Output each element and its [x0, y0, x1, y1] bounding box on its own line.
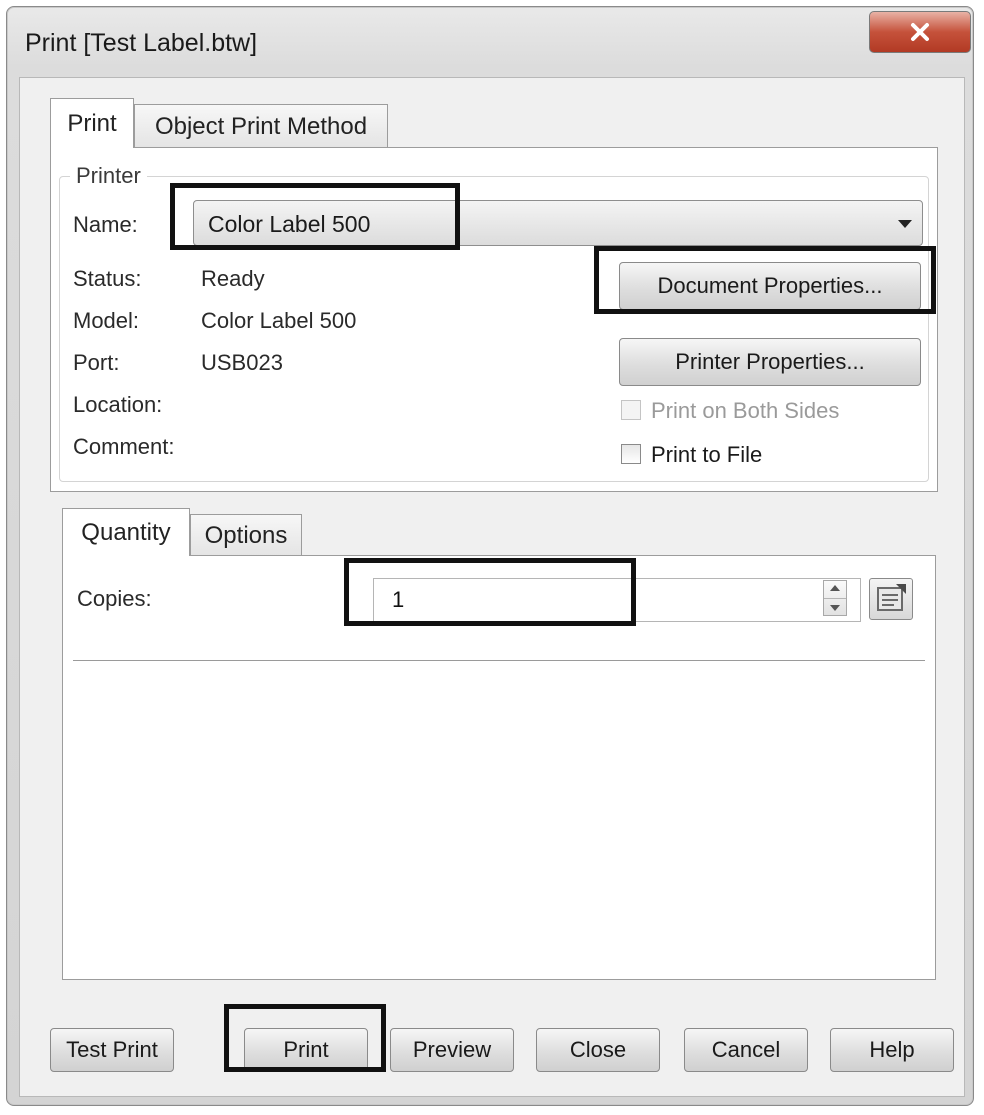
print-to-file-checkbox[interactable] — [621, 444, 641, 464]
print-tab-panel: Printer Name: Color Label 500 Status: Re… — [50, 147, 938, 492]
preview-button[interactable]: Preview — [390, 1028, 514, 1072]
port-value: USB023 — [201, 350, 283, 375]
copies-label: Copies: — [77, 586, 152, 611]
printer-group-title: Printer — [70, 163, 147, 189]
copies-value: 1 — [392, 587, 405, 612]
quantity-divider — [73, 660, 925, 661]
document-properties-button[interactable]: Document Properties... — [619, 262, 921, 310]
help-button[interactable]: Help — [830, 1028, 954, 1072]
spinner-divider — [824, 598, 846, 599]
window-title: Print [Test Label.btw] — [25, 29, 258, 57]
close-icon — [911, 23, 929, 41]
printer-name-dropdown[interactable]: Color Label 500 — [193, 200, 923, 246]
spin-up-icon[interactable] — [830, 585, 840, 591]
copies-spinner[interactable] — [823, 580, 847, 616]
data-source-icon — [877, 584, 906, 611]
printer-name-value: Color Label 500 — [208, 211, 371, 237]
status-label: Status: — [73, 266, 142, 291]
tab-object-print-method[interactable]: Object Print Method — [134, 104, 388, 148]
port-label: Port: — [73, 350, 120, 375]
print-both-sides-label: Print on Both Sides — [651, 398, 840, 423]
chevron-down-icon — [898, 220, 912, 228]
tab-options[interactable]: Options — [190, 514, 302, 556]
model-value: Color Label 500 — [201, 308, 357, 333]
status-value: Ready — [201, 266, 265, 291]
print-button[interactable]: Print — [244, 1028, 368, 1072]
copies-input[interactable]: 1 — [373, 578, 861, 622]
copies-data-source-button[interactable] — [869, 578, 913, 620]
dialog-client-area: Print Object Print Method Printer Name: … — [19, 77, 965, 1097]
printer-name-label: Name: — [73, 212, 138, 237]
tab-quantity[interactable]: Quantity — [62, 508, 190, 556]
comment-label: Comment: — [73, 434, 175, 459]
print-to-file-label[interactable]: Print to File — [651, 442, 762, 468]
test-print-button[interactable]: Test Print — [50, 1028, 174, 1072]
close-button[interactable]: Close — [536, 1028, 660, 1072]
quantity-tab-panel: Copies: 1 — [62, 555, 936, 980]
spin-down-icon[interactable] — [830, 605, 840, 611]
printer-properties-button[interactable]: Printer Properties... — [619, 338, 921, 386]
print-both-sides-checkbox — [621, 400, 641, 420]
tab-print[interactable]: Print — [50, 98, 134, 148]
cancel-button[interactable]: Cancel — [684, 1028, 808, 1072]
print-dialog-window: Print [Test Label.btw] Print Object Prin… — [6, 6, 974, 1106]
location-label: Location: — [73, 392, 163, 417]
model-label: Model: — [73, 308, 140, 333]
window-close-button[interactable] — [869, 11, 971, 53]
